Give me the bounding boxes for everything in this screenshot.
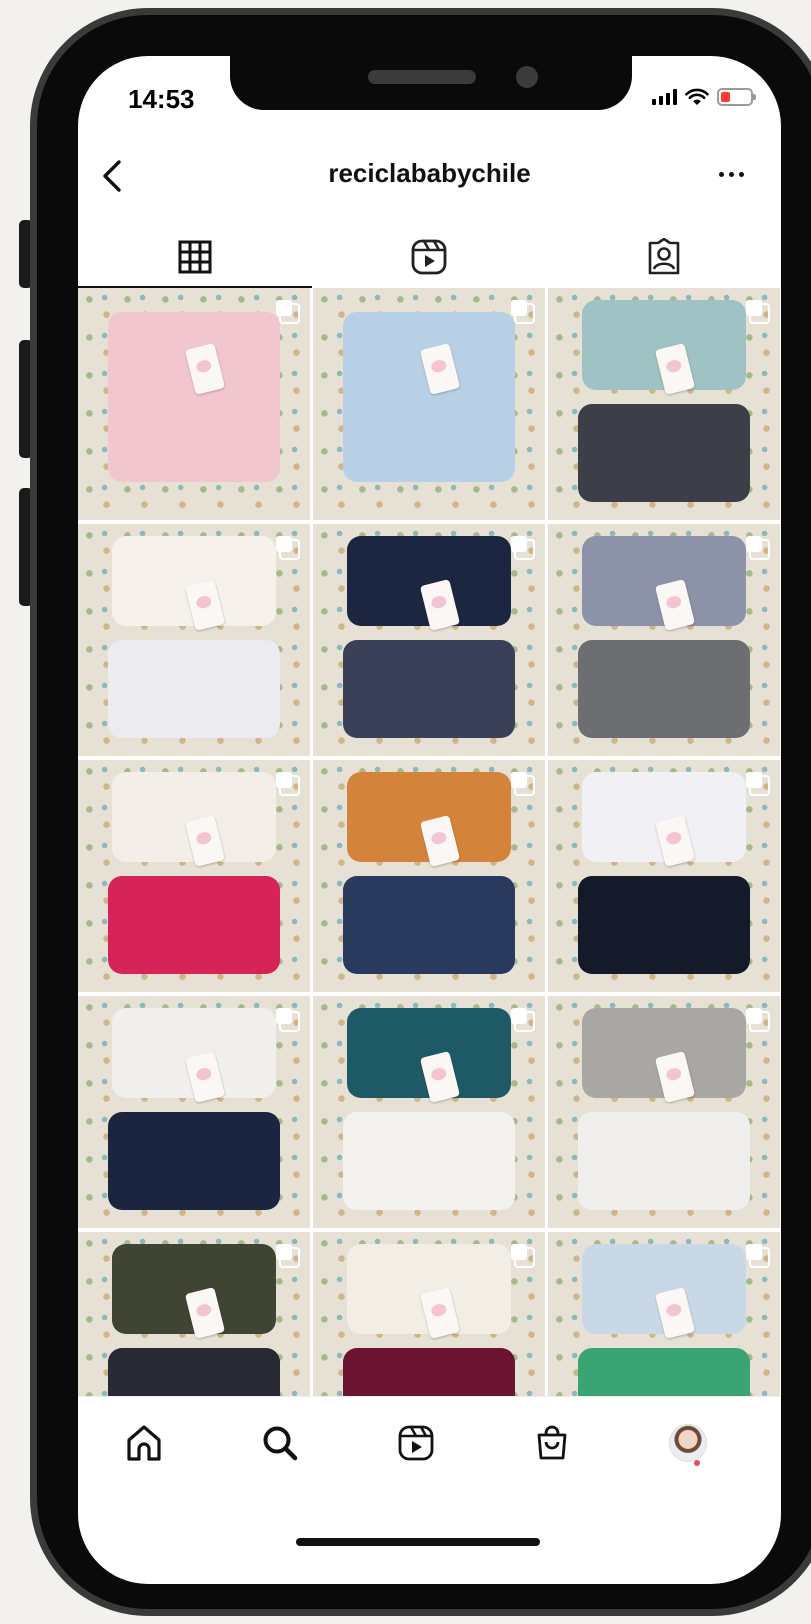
nav-home-button[interactable]	[116, 1417, 172, 1469]
tab-tagged[interactable]	[547, 226, 781, 288]
nav-search-button[interactable]	[252, 1417, 308, 1469]
carousel-icon	[511, 536, 535, 560]
tab-reels[interactable]	[312, 226, 546, 288]
profile-header: reciclababychile	[78, 146, 781, 206]
profile-avatar	[669, 1424, 707, 1462]
battery-level	[721, 92, 730, 102]
garment-bottom	[108, 1112, 280, 1210]
carousel-icon	[746, 772, 770, 796]
carousel-icon	[746, 300, 770, 324]
front-camera	[516, 66, 538, 88]
carousel-icon	[276, 772, 300, 796]
bottom-navigation	[78, 1396, 781, 1506]
carousel-icon	[276, 1008, 300, 1032]
garment-bottom	[108, 1348, 280, 1396]
post-grid	[78, 288, 781, 1396]
carousel-icon	[276, 300, 300, 324]
post-thumbnail[interactable]	[548, 1232, 780, 1396]
garment-bottom	[343, 876, 515, 974]
post-thumbnail[interactable]	[78, 996, 310, 1228]
more-horizontal-icon	[718, 171, 724, 177]
carousel-icon	[511, 1008, 535, 1032]
post-thumbnail[interactable]	[548, 288, 780, 520]
post-thumbnail[interactable]	[313, 760, 545, 992]
post-thumbnail[interactable]	[548, 524, 780, 756]
post-thumbnail[interactable]	[548, 760, 780, 992]
garment-bottom	[578, 876, 750, 974]
garment	[343, 312, 515, 482]
tagged-icon	[648, 238, 680, 275]
home-indicator	[296, 1538, 540, 1546]
notch	[230, 56, 632, 110]
battery-icon	[717, 88, 756, 106]
speaker-grille	[368, 70, 476, 84]
post-thumbnail[interactable]	[548, 996, 780, 1228]
post-thumbnail[interactable]	[313, 524, 545, 756]
post-thumbnail[interactable]	[78, 760, 310, 992]
nav-reels-button[interactable]	[388, 1417, 444, 1469]
tab-posts-grid[interactable]	[78, 226, 313, 288]
more-options-button[interactable]	[709, 154, 753, 194]
garment-bottom	[343, 1348, 515, 1396]
carousel-icon	[746, 1008, 770, 1032]
search-icon	[263, 1426, 298, 1461]
garment-bottom	[343, 1112, 515, 1210]
carousel-icon	[276, 536, 300, 560]
reels-icon	[412, 239, 447, 275]
reels-icon	[398, 1425, 434, 1461]
nav-shop-button[interactable]	[524, 1417, 580, 1469]
wifi-icon	[685, 88, 709, 105]
status-time: 14:53	[128, 84, 195, 114]
carousel-icon	[511, 1244, 535, 1268]
carousel-icon	[746, 536, 770, 560]
garment-bottom	[108, 640, 280, 738]
garment-bottom	[343, 640, 515, 738]
nav-profile-button[interactable]	[660, 1417, 716, 1469]
carousel-icon	[276, 1244, 300, 1268]
status-icons	[652, 88, 756, 106]
garment-bottom	[578, 404, 750, 502]
home-icon	[127, 1425, 161, 1461]
carousel-icon	[511, 772, 535, 796]
garment-bottom	[578, 640, 750, 738]
shop-icon	[537, 1425, 567, 1460]
grid-icon	[178, 240, 212, 274]
post-thumbnail[interactable]	[313, 996, 545, 1228]
cellular-signal-icon	[652, 89, 677, 105]
phone-screen: 14:53 reciclababychile	[78, 56, 781, 1584]
garment-bottom	[578, 1348, 750, 1396]
post-thumbnail[interactable]	[78, 288, 310, 520]
post-thumbnail[interactable]	[313, 288, 545, 520]
carousel-icon	[746, 1244, 770, 1268]
garment-bottom	[578, 1112, 750, 1210]
post-thumbnail[interactable]	[78, 1232, 310, 1396]
carousel-icon	[511, 300, 535, 324]
post-thumbnail[interactable]	[78, 524, 310, 756]
profile-username: reciclababychile	[328, 158, 531, 188]
post-thumbnail[interactable]	[313, 1232, 545, 1396]
garment-bottom	[108, 876, 280, 974]
notification-dot	[694, 1460, 700, 1466]
garment	[108, 312, 280, 482]
profile-tabs	[78, 226, 781, 288]
